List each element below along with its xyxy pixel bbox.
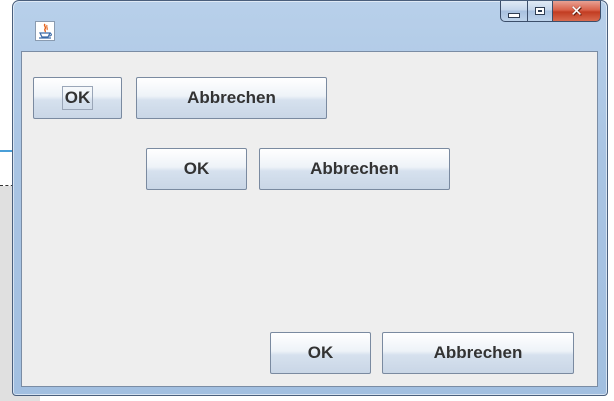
- cancel-button-label: Abbrechen: [433, 343, 523, 362]
- cancel-button-center[interactable]: Abbrechen: [259, 148, 450, 190]
- cancel-button-label: Abbrechen: [187, 88, 276, 107]
- caption-buttons: ✕: [500, 1, 601, 23]
- ok-button-right[interactable]: OK: [270, 332, 371, 374]
- close-icon: ✕: [570, 1, 583, 20]
- cancel-button-left[interactable]: Abbrechen: [136, 77, 327, 119]
- dialog-window: ✕ OK Abbrechen OK Abbrechen OK Abbrechen: [12, 0, 608, 396]
- close-button[interactable]: ✕: [553, 1, 601, 22]
- java-cup-icon[interactable]: [35, 21, 55, 41]
- screen: ✕ OK Abbrechen OK Abbrechen OK Abbrechen: [0, 0, 614, 401]
- cancel-button-label: Abbrechen: [310, 159, 399, 178]
- content-panel: OK Abbrechen OK Abbrechen OK Abbrechen: [21, 51, 598, 387]
- minimize-button[interactable]: [500, 1, 527, 22]
- maximize-icon: [535, 7, 545, 15]
- maximize-button[interactable]: [527, 1, 553, 22]
- cancel-button-right[interactable]: Abbrechen: [382, 332, 574, 374]
- minimize-icon: [508, 12, 520, 18]
- ok-button-label: OK: [61, 86, 94, 110]
- ok-button-center[interactable]: OK: [146, 148, 247, 190]
- ok-button-label: OK: [183, 159, 210, 178]
- ok-button-left[interactable]: OK: [33, 77, 122, 119]
- title-bar[interactable]: ✕: [13, 1, 607, 51]
- ok-button-label: OK: [307, 343, 334, 362]
